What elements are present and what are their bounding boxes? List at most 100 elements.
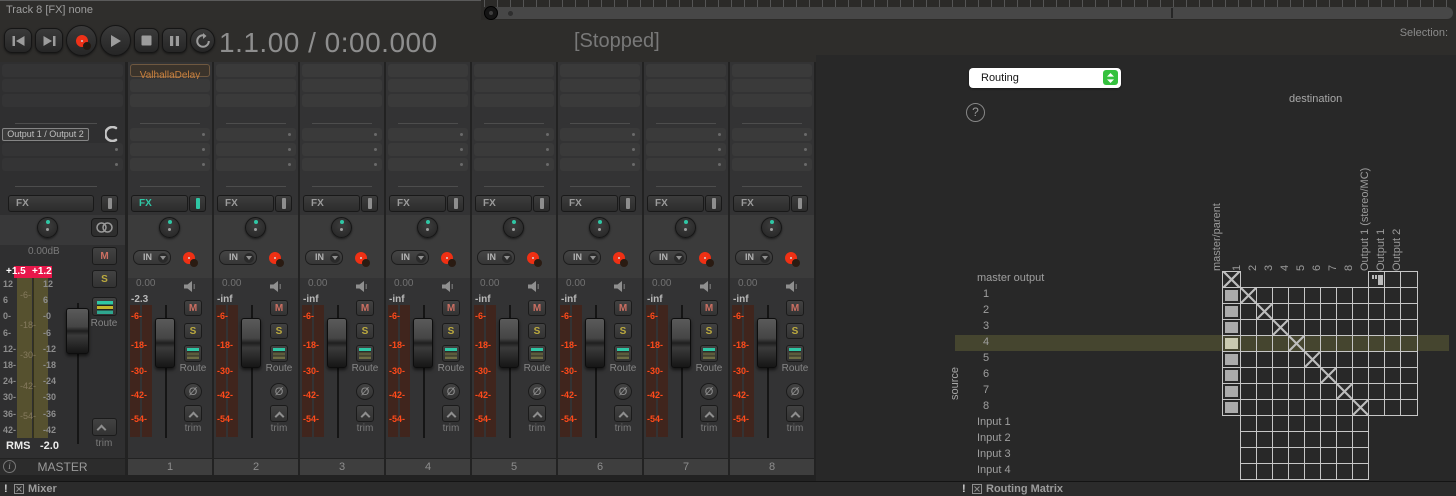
input-select-button[interactable]: IN bbox=[133, 250, 171, 265]
matrix-cell[interactable] bbox=[1368, 319, 1385, 336]
track-name-cell[interactable]: 2 bbox=[214, 459, 298, 475]
level-meter[interactable]: -6--18--30--42--54- bbox=[560, 305, 582, 437]
matrix-cell[interactable] bbox=[1336, 447, 1353, 464]
send-slot[interactable] bbox=[646, 143, 726, 156]
matrix-cell[interactable] bbox=[1368, 367, 1385, 384]
route-button[interactable] bbox=[184, 345, 202, 362]
fx-slot[interactable] bbox=[646, 64, 726, 77]
matrix-cell[interactable] bbox=[1222, 287, 1241, 304]
matrix-cell[interactable] bbox=[1336, 335, 1353, 352]
matrix-cell[interactable] bbox=[1384, 335, 1401, 352]
solo-button[interactable]: S bbox=[786, 323, 804, 339]
record-arm-button[interactable] bbox=[613, 252, 625, 264]
fx-slot[interactable] bbox=[130, 94, 210, 107]
solo-button[interactable]: S bbox=[528, 323, 546, 339]
matrix-cell[interactable] bbox=[1240, 383, 1257, 400]
scrollbar-knob[interactable] bbox=[484, 6, 498, 20]
matrix-cell[interactable] bbox=[1222, 367, 1241, 384]
matrix-cell[interactable] bbox=[1384, 303, 1401, 320]
matrix-cell[interactable] bbox=[1336, 303, 1353, 320]
matrix-cell[interactable] bbox=[1272, 335, 1289, 352]
fx-slot[interactable] bbox=[216, 94, 296, 107]
send-slot[interactable] bbox=[302, 158, 382, 171]
solo-button[interactable]: S bbox=[700, 323, 718, 339]
matrix-cell[interactable] bbox=[1400, 287, 1418, 304]
send-slot[interactable] bbox=[388, 158, 468, 171]
fx-slot[interactable] bbox=[388, 79, 468, 92]
matrix-cell[interactable] bbox=[1336, 319, 1353, 336]
phase-button[interactable]: Ø bbox=[786, 383, 804, 400]
track-name-cell[interactable]: 7 bbox=[644, 459, 728, 475]
matrix-cell[interactable] bbox=[1384, 351, 1401, 368]
peak-readout[interactable]: -inf bbox=[303, 294, 319, 305]
record-arm-button[interactable] bbox=[183, 252, 195, 264]
go-to-start-button[interactable] bbox=[4, 28, 32, 53]
volume-fader[interactable] bbox=[671, 318, 691, 368]
matrix-cell[interactable] bbox=[1352, 335, 1369, 352]
fx-slot[interactable] bbox=[560, 94, 640, 107]
mute-button[interactable]: M bbox=[614, 300, 632, 316]
send-slot[interactable] bbox=[732, 143, 812, 156]
matrix-row-label[interactable]: Input 3 bbox=[955, 447, 1222, 463]
volume-fader[interactable] bbox=[499, 318, 519, 368]
matrix-cell[interactable] bbox=[1288, 447, 1305, 464]
send-slot[interactable] bbox=[474, 128, 554, 141]
matrix-cell[interactable] bbox=[1240, 351, 1257, 368]
level-meter[interactable]: -6--18--30--42--54- bbox=[732, 305, 754, 437]
fx-slot[interactable] bbox=[216, 64, 296, 77]
mute-button[interactable]: M bbox=[92, 247, 117, 265]
send-slot[interactable] bbox=[560, 143, 640, 156]
clip-value-left[interactable]: +1.5 bbox=[6, 266, 26, 277]
mute-button[interactable]: M bbox=[356, 300, 374, 316]
matrix-cell[interactable] bbox=[1256, 447, 1273, 464]
matrix-cell[interactable] bbox=[1256, 431, 1273, 448]
matrix-cell[interactable] bbox=[1222, 271, 1241, 288]
record-arm-button[interactable] bbox=[699, 252, 711, 264]
matrix-row-label[interactable]: 8 bbox=[955, 399, 1222, 415]
track-name-cell[interactable]: 1 bbox=[128, 459, 212, 475]
matrix-cell[interactable] bbox=[1222, 383, 1241, 400]
trim-button[interactable] bbox=[442, 405, 460, 422]
matrix-cell[interactable] bbox=[1320, 383, 1337, 400]
fx-slot[interactable] bbox=[302, 64, 382, 77]
matrix-cell[interactable] bbox=[1368, 383, 1385, 400]
close-tab-icon[interactable] bbox=[972, 484, 982, 496]
fx-slot[interactable] bbox=[474, 94, 554, 107]
matrix-cell[interactable] bbox=[1272, 287, 1289, 304]
fx-slot[interactable] bbox=[474, 79, 554, 92]
matrix-cell[interactable] bbox=[1256, 335, 1273, 352]
clip-value-right[interactable]: +1.2 bbox=[32, 266, 52, 277]
volume-readout[interactable]: 0.00dB bbox=[28, 246, 60, 257]
matrix-cell[interactable] bbox=[1256, 319, 1273, 336]
fx-button[interactable]: FX bbox=[303, 195, 360, 212]
mute-button[interactable]: M bbox=[442, 300, 460, 316]
pan-knob[interactable] bbox=[417, 217, 438, 238]
matrix-cell[interactable] bbox=[1400, 319, 1418, 336]
matrix-cell[interactable] bbox=[1288, 431, 1305, 448]
matrix-cell[interactable] bbox=[1272, 319, 1289, 336]
fx-enable-slider[interactable] bbox=[275, 195, 292, 212]
pan-knob[interactable] bbox=[331, 217, 352, 238]
volume-fader[interactable] bbox=[413, 318, 433, 368]
track-name-cell[interactable]: 4 bbox=[386, 459, 470, 475]
matrix-cell[interactable] bbox=[1304, 447, 1321, 464]
matrix-cell[interactable] bbox=[1222, 303, 1241, 320]
matrix-cell[interactable] bbox=[1304, 351, 1321, 368]
matrix-cell[interactable] bbox=[1288, 399, 1305, 416]
send-slot[interactable] bbox=[474, 143, 554, 156]
matrix-cell[interactable] bbox=[1288, 383, 1305, 400]
mixer-tab-bar[interactable]: ! Mixer bbox=[0, 481, 958, 496]
matrix-cell[interactable] bbox=[1272, 383, 1289, 400]
input-select-button[interactable]: IN bbox=[219, 250, 257, 265]
docker-exclaim[interactable]: ! bbox=[962, 482, 966, 496]
matrix-cell[interactable] bbox=[1384, 383, 1401, 400]
matrix-cell[interactable] bbox=[1368, 287, 1385, 304]
matrix-cell[interactable] bbox=[1240, 463, 1257, 480]
fx-slot[interactable] bbox=[560, 64, 640, 77]
matrix-cell[interactable] bbox=[1288, 415, 1305, 432]
route-button[interactable] bbox=[700, 345, 718, 362]
matrix-cell[interactable] bbox=[1288, 287, 1305, 304]
matrix-cell[interactable] bbox=[1272, 447, 1289, 464]
volume-fader[interactable] bbox=[66, 308, 89, 354]
matrix-cell[interactable] bbox=[1400, 399, 1418, 416]
